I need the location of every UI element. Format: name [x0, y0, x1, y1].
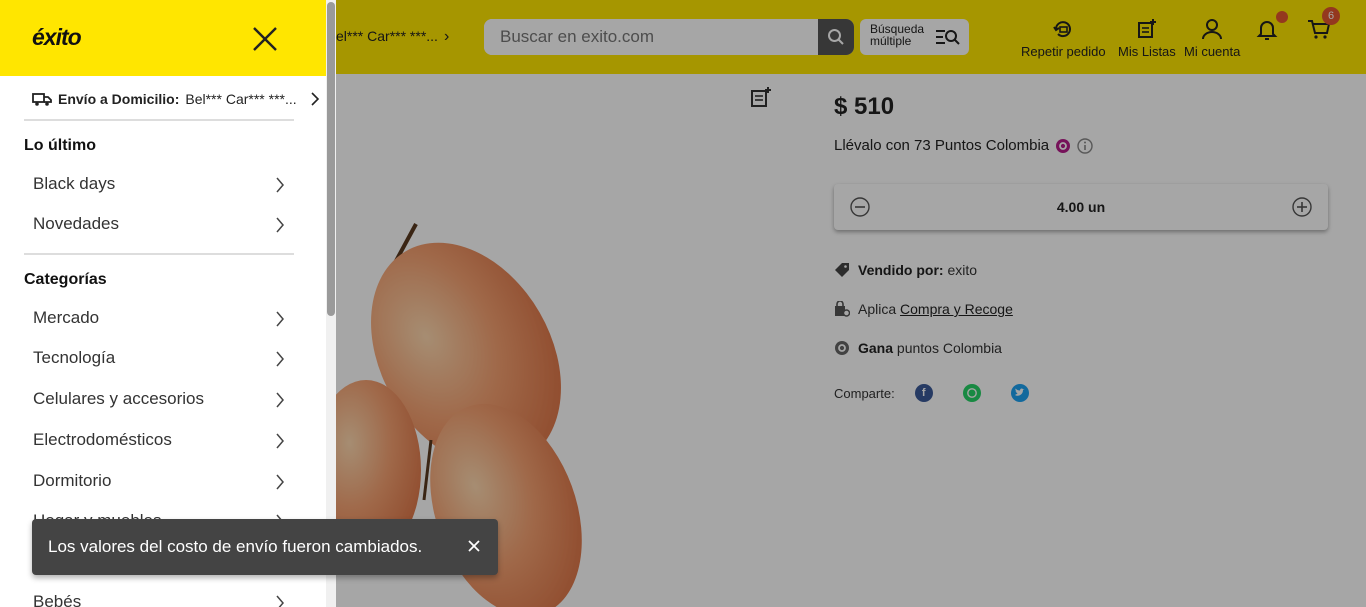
close-icon[interactable] [252, 26, 278, 52]
drawer-backdrop[interactable] [336, 0, 1366, 607]
chevron-right-icon [276, 595, 284, 607]
chevron-right-icon [276, 311, 284, 327]
drawer-scrollbar-thumb[interactable] [327, 2, 335, 316]
menu-item-label: Tecnología [33, 348, 116, 367]
delivery-address-selector[interactable]: Envío a Domicilio: Bel*** Car*** ***... [32, 91, 320, 107]
menu-item-celulares[interactable]: Celulares y accesorios [33, 389, 293, 413]
menu-item-electrodomesticos[interactable]: Electrodomésticos [33, 430, 293, 454]
menu-item-bebes[interactable]: Bebés [33, 592, 293, 607]
chevron-right-icon [276, 392, 284, 408]
side-menu-drawer: éxito Envío a Domicilio: Bel*** Car*** *… [0, 0, 336, 607]
menu-item-label: Bebés [33, 592, 82, 607]
truck-icon [32, 93, 52, 106]
drawer-header: éxito [0, 0, 326, 76]
menu-item-label: Black days [33, 174, 116, 193]
section-categories-title: Categorías [24, 271, 107, 288]
page: el*** Car*** ***...› Búsqueda múltiple R… [0, 0, 1366, 607]
section-latest-title: Lo último [24, 137, 96, 154]
menu-item-label: Mercado [33, 308, 100, 327]
menu-item-label: Novedades [33, 214, 120, 233]
delivery-address: Bel*** Car*** ***... [185, 91, 297, 107]
chevron-right-icon [276, 474, 284, 490]
menu-item-black-days[interactable]: Black days [33, 174, 293, 198]
menu-item-label: Electrodomésticos [33, 430, 172, 449]
toast-message: Los valores del costo de envío fueron ca… [48, 537, 423, 556]
chevron-right-icon [276, 433, 284, 449]
chevron-right-icon [311, 92, 320, 106]
toast-notification: Los valores del costo de envío fueron ca… [32, 519, 498, 575]
divider [24, 253, 294, 255]
menu-item-novedades[interactable]: Novedades [33, 214, 293, 238]
chevron-right-icon [276, 217, 284, 233]
logo-text: éxito [32, 24, 82, 50]
menu-item-mercado[interactable]: Mercado [33, 308, 293, 332]
chevron-right-icon [276, 351, 284, 367]
divider [24, 119, 294, 121]
menu-item-label: Dormitorio [33, 471, 112, 490]
close-icon[interactable] [468, 540, 480, 552]
menu-item-label: Celulares y accesorios [33, 389, 205, 408]
chevron-right-icon [276, 177, 284, 193]
menu-item-dormitorio[interactable]: Dormitorio [33, 471, 293, 495]
menu-item-tecnologia[interactable]: Tecnología [33, 348, 293, 372]
delivery-label: Envío a Domicilio: [58, 91, 180, 107]
